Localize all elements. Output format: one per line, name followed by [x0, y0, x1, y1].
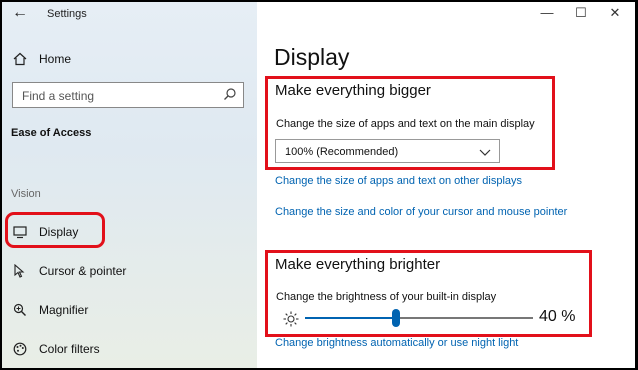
bigger-heading: Make everything bigger	[275, 82, 431, 99]
other-displays-link[interactable]: Change the size of apps and text on othe…	[275, 175, 522, 187]
home-icon	[12, 51, 28, 67]
night-light-link[interactable]: Change brightness automatically or use n…	[275, 337, 518, 349]
sidebar-item-magnifier[interactable]: Magnifier	[2, 302, 88, 318]
search-input[interactable]: Find a setting	[12, 82, 244, 108]
section-title: Ease of Access	[11, 127, 92, 139]
search-icon	[223, 87, 237, 106]
scale-dropdown[interactable]: 100% (Recommended)	[275, 139, 500, 163]
magnifier-icon	[12, 302, 28, 318]
cursor-link[interactable]: Change the size and color of your cursor…	[275, 206, 567, 218]
sidebar-item-home[interactable]: Home	[2, 51, 71, 67]
main-content: Display Make everything bigger Change th…	[257, 2, 635, 368]
sidebar-item-cursor[interactable]: Cursor & pointer	[2, 263, 126, 279]
brightness-thumb[interactable]	[392, 309, 401, 327]
brightness-value: 40 %	[539, 308, 576, 325]
sun-icon	[283, 311, 299, 332]
display-highlight	[5, 212, 105, 248]
palette-icon	[12, 341, 28, 357]
bigger-description: Change the size of apps and text on the …	[276, 118, 535, 130]
sidebar-item-color-filters[interactable]: Color filters	[2, 341, 100, 357]
brighter-heading: Make everything brighter	[275, 256, 441, 273]
page-title: Display	[274, 44, 350, 70]
settings-window: ← Settings — ☐ ✕ Home Find a setting Eas…	[2, 2, 635, 368]
group-label: Vision	[11, 188, 41, 200]
cursor-icon	[12, 263, 28, 279]
brightness-slider[interactable]	[305, 309, 533, 327]
brighter-description: Change the brightness of your built-in d…	[276, 291, 497, 303]
sidebar-item-label: Cursor & pointer	[39, 264, 127, 278]
brightness-fill	[305, 317, 397, 319]
search-placeholder: Find a setting	[22, 89, 95, 103]
dropdown-value: 100% (Recommended)	[285, 146, 399, 158]
sidebar-item-label: Magnifier	[39, 303, 89, 317]
window-title: Settings	[47, 8, 87, 20]
back-button[interactable]: ←	[12, 4, 28, 22]
sidebar-item-label: Home	[39, 52, 72, 66]
sidebar-item-label: Color filters	[39, 342, 100, 356]
chevron-down-icon	[479, 145, 491, 163]
